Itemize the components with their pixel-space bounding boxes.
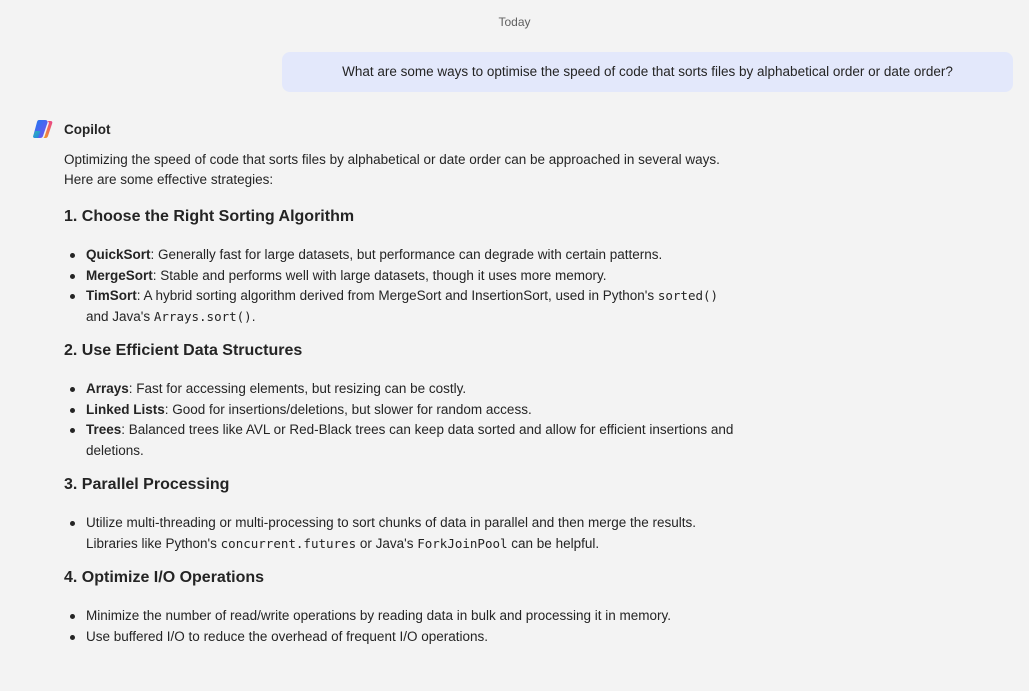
chat-page: Today What are some ways to optimise the…	[0, 0, 1029, 691]
section-title: Use Efficient Data Structures	[81, 342, 303, 359]
item-text: : Good for insertions/deletions, but slo…	[164, 401, 532, 417]
section-heading-parallel-processing: 3. Parallel Processing	[64, 475, 824, 495]
bullet-list: Utilize multi-threading or multi-process…	[64, 513, 824, 554]
inline-code: concurrent.futures	[220, 535, 357, 551]
assistant-response: Optimizing the speed of code that sorts …	[64, 150, 824, 647]
list-item: Use buffered I/O to reduce the overhead …	[64, 627, 824, 648]
response-intro: Optimizing the speed of code that sorts …	[64, 150, 824, 190]
list-item: TimSort: A hybrid sorting algorithm deri…	[64, 286, 824, 327]
section-title: Optimize I/O Operations	[81, 569, 265, 586]
list-item: QuickSort: Generally fast for large data…	[64, 245, 824, 266]
section-heading-data-structures: 2. Use Efficient Data Structures	[64, 341, 824, 361]
term: QuickSort	[86, 247, 151, 262]
section-number: 3.	[64, 476, 78, 493]
assistant-name: Copilot	[64, 121, 111, 137]
term: Trees	[86, 422, 122, 437]
item-text: : Stable and performs well with large da…	[152, 267, 607, 283]
item-continuation: deletions.	[86, 442, 144, 458]
user-message: What are some ways to optimise the speed…	[282, 52, 1013, 92]
item-continuation: Libraries like Python's concurrent.futur…	[86, 534, 824, 555]
item-text: : Generally fast for large datasets, but…	[150, 247, 663, 262]
term: Linked Lists	[86, 401, 165, 417]
assistant-header: Copilot	[32, 118, 111, 140]
section-number: 1.	[64, 208, 78, 225]
bullet-list: Minimize the number of read/write operat…	[64, 606, 824, 647]
list-item: Minimize the number of read/write operat…	[64, 606, 824, 627]
item-text: Minimize the number of read/write operat…	[86, 608, 672, 623]
item-text: or Java's	[356, 535, 418, 551]
bullet-list: QuickSort: Generally fast for large data…	[64, 245, 824, 327]
bullet-list: Arrays: Fast for accessing elements, but…	[64, 379, 824, 461]
item-text: : Fast for accessing elements, but resiz…	[128, 381, 467, 396]
section-heading-io-operations: 4. Optimize I/O Operations	[64, 568, 824, 588]
item-continuation: and Java's Arrays.sort().	[86, 307, 824, 328]
list-item: MergeSort: Stable and performs well with…	[64, 266, 824, 287]
list-item: Utilize multi-threading or multi-process…	[64, 513, 824, 554]
list-item: Trees: Balanced trees like AVL or Red-Bl…	[64, 420, 824, 461]
item-text: Use buffered I/O to reduce the overhead …	[86, 628, 489, 644]
term: MergeSort	[86, 267, 153, 283]
intro-line-1: Optimizing the speed of code that sorts …	[64, 152, 720, 167]
date-separator: Today	[498, 15, 531, 29]
list-item: Arrays: Fast for accessing elements, but…	[64, 379, 824, 400]
inline-code: Arrays.sort()	[153, 308, 252, 324]
inline-code: sorted()	[657, 288, 719, 303]
list-item: Linked Lists: Good for insertions/deleti…	[64, 400, 824, 421]
copilot-logo-icon	[33, 120, 53, 138]
item-text: and Java's	[86, 308, 154, 324]
item-text: Utilize multi-threading or multi-process…	[86, 515, 697, 530]
section-title: Choose the Right Sorting Algorithm	[81, 208, 355, 225]
item-text: : Balanced trees like AVL or Red-Black t…	[121, 422, 734, 437]
term: Arrays	[86, 381, 129, 396]
section-number: 4.	[64, 569, 78, 586]
item-text: can be helpful.	[507, 535, 600, 551]
item-text: .	[251, 308, 256, 324]
term: TimSort	[86, 288, 137, 303]
item-text: : A hybrid sorting algorithm derived fro…	[136, 288, 658, 303]
intro-line-2: Here are some effective strategies:	[64, 172, 274, 187]
section-title: Parallel Processing	[81, 476, 230, 493]
item-text: Libraries like Python's	[86, 535, 221, 551]
section-heading-sorting-algorithm: 1. Choose the Right Sorting Algorithm	[64, 207, 824, 227]
section-number: 2.	[64, 342, 78, 359]
inline-code: ForkJoinPool	[417, 535, 508, 551]
